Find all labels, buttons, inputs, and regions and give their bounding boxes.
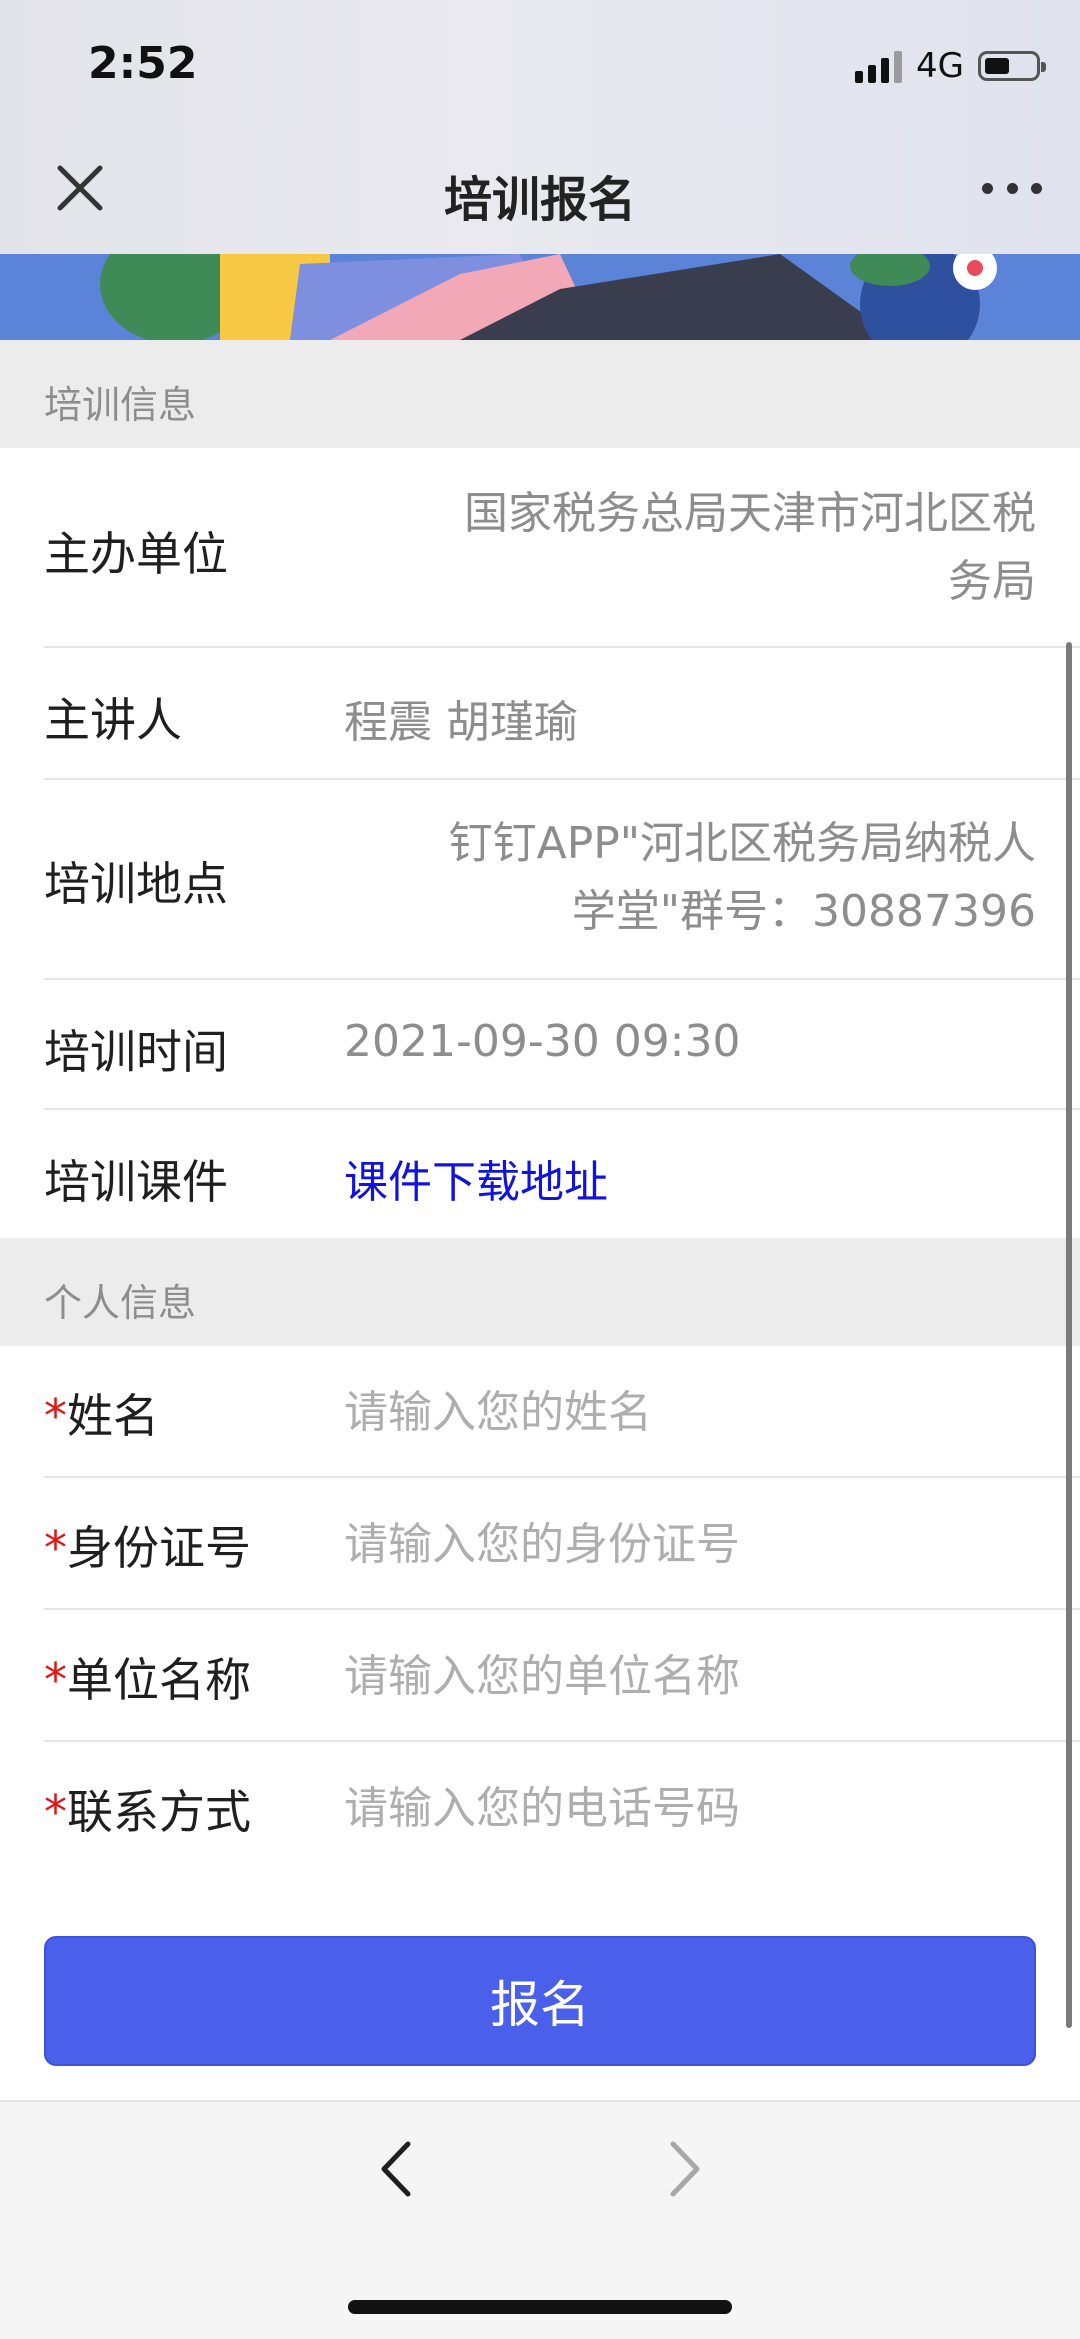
battery-icon xyxy=(978,51,1046,81)
organizer-label: 主办单位 xyxy=(44,527,228,581)
home-indicator[interactable] xyxy=(348,2300,732,2314)
contact-label: *联系方式 xyxy=(44,1785,251,1839)
row-courseware: 培训课件 课件下载地址 xyxy=(0,1110,1080,1238)
id-number-input[interactable] xyxy=(344,1504,1034,1584)
submit-button[interactable]: 报名 xyxy=(44,1936,1036,2066)
chevron-right-icon xyxy=(670,2141,700,2197)
top-bar: 2:52 4G 培训报名 xyxy=(0,0,1080,254)
company-label: *单位名称 xyxy=(44,1653,251,1707)
section-header-training-info: 培训信息 xyxy=(0,340,1080,448)
row-name: *姓名 xyxy=(0,1346,1080,1478)
time-label: 培训时间 xyxy=(44,1025,228,1079)
required-mark: * xyxy=(44,1389,67,1443)
status-indicators: 4G xyxy=(855,44,1046,88)
courseware-label: 培训课件 xyxy=(44,1155,228,1209)
row-contact: *联系方式 xyxy=(0,1742,1080,1874)
speaker-value: 程震 胡瑾瑜 xyxy=(344,697,578,748)
chevron-left-icon xyxy=(381,2141,411,2197)
contact-input[interactable] xyxy=(344,1768,1034,1848)
section-title: 培训信息 xyxy=(44,383,197,427)
row-location: 培训地点 钉钉APP"河北区税务局纳税人 学堂"群号：30887396 xyxy=(0,780,1080,980)
row-organizer: 主办单位 国家税务总局天津市河北区税 务局 xyxy=(0,448,1080,648)
row-time: 培训时间 2021-09-30 09:30 xyxy=(0,980,1080,1110)
required-mark: * xyxy=(44,1785,67,1839)
page-title: 培训报名 xyxy=(443,172,636,228)
forward-button[interactable] xyxy=(655,2134,715,2204)
signal-icon xyxy=(855,49,903,83)
row-id-number: *身份证号 xyxy=(0,1478,1080,1610)
more-button[interactable] xyxy=(982,168,1042,208)
name-input[interactable] xyxy=(344,1372,1034,1452)
row-speaker: 主讲人 程震 胡瑾瑜 xyxy=(0,648,1080,780)
network-type: 4G xyxy=(916,46,964,86)
section-title: 个人信息 xyxy=(44,1281,197,1325)
banner-image xyxy=(0,254,1080,340)
courseware-download-link[interactable]: 课件下载地址 xyxy=(344,1146,608,1210)
row-company: *单位名称 xyxy=(0,1610,1080,1742)
required-mark: * xyxy=(44,1653,67,1707)
company-input[interactable] xyxy=(344,1636,1034,1716)
section-header-personal-info: 个人信息 xyxy=(0,1238,1080,1346)
required-mark: * xyxy=(44,1521,67,1575)
back-button[interactable] xyxy=(366,2134,426,2204)
organizer-value: 国家税务总局天津市河北区税 务局 xyxy=(464,488,1036,607)
id-number-label: *身份证号 xyxy=(44,1521,251,1575)
name-label: *姓名 xyxy=(44,1389,159,1443)
status-time: 2:52 xyxy=(88,38,198,89)
location-label: 培训地点 xyxy=(44,857,228,911)
time-value: 2021-09-30 09:30 xyxy=(344,1016,741,1067)
location-value: 钉钉APP"河北区税务局纳税人 学堂"群号：30887396 xyxy=(448,818,1036,937)
speaker-label: 主讲人 xyxy=(44,693,182,747)
scrollbar[interactable] xyxy=(1066,642,1072,2028)
more-icon xyxy=(982,182,993,194)
